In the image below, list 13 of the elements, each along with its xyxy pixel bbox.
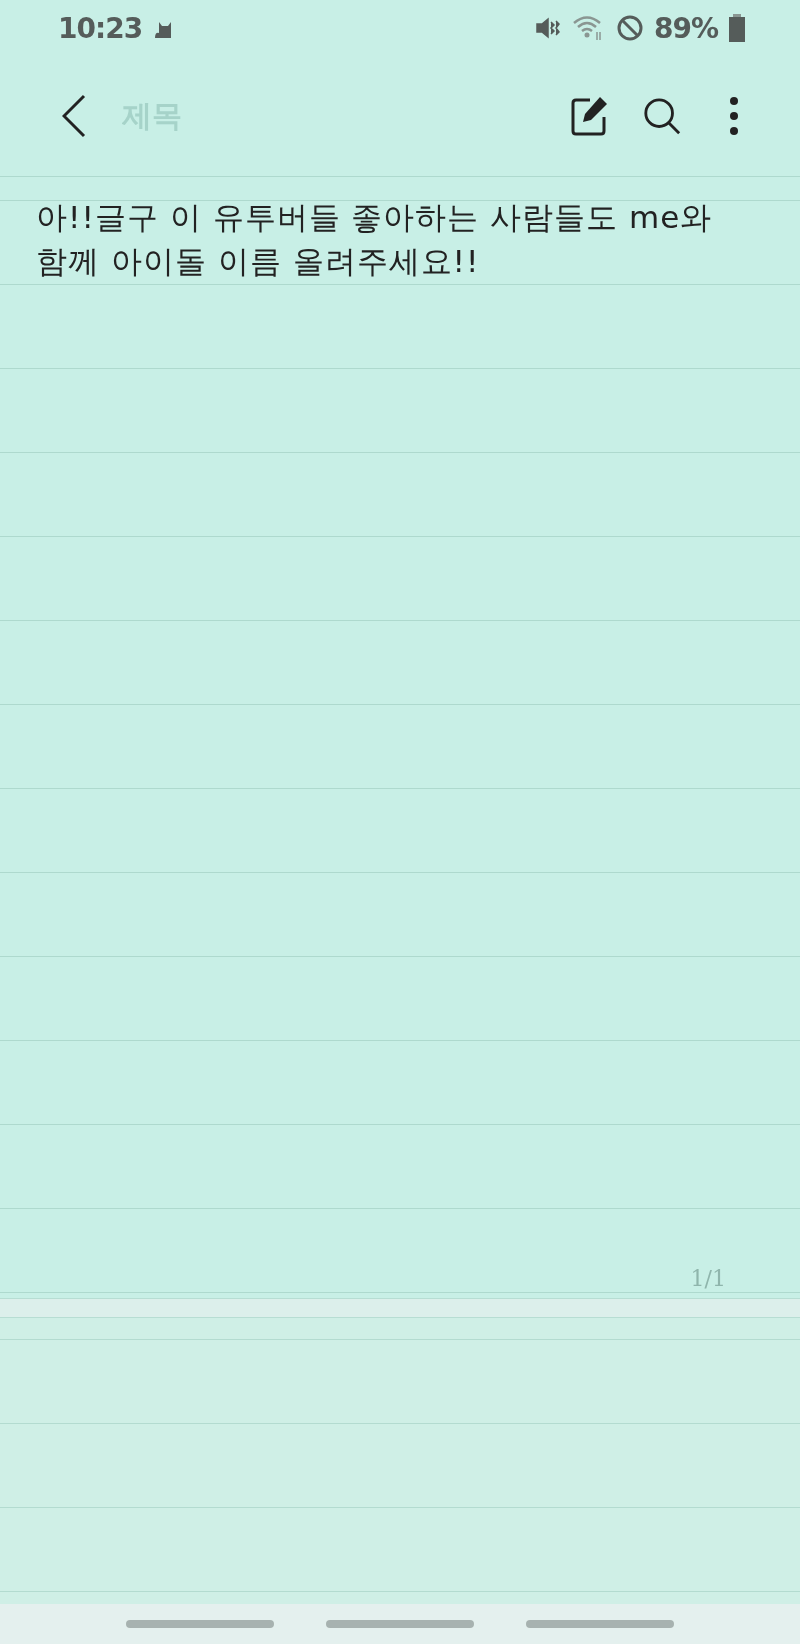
battery-percent: 89% (653, 11, 718, 45)
battery-icon (728, 14, 746, 42)
nav-handle[interactable] (326, 1620, 474, 1628)
nav-handle[interactable] (126, 1620, 274, 1628)
blocked-icon (615, 14, 644, 42)
chevron-left-icon (62, 94, 86, 138)
pencil-square-icon (570, 95, 610, 137)
page-indicator: 1/1 (690, 1266, 726, 1291)
nav-handle[interactable] (526, 1620, 674, 1628)
more-icon (729, 96, 739, 136)
search-icon (642, 95, 682, 137)
note-text[interactable]: 아!!글구 이 유투버들 좋아하는 사람들도 me와 함께 아이돌 이름 올려주세요!! (0, 177, 800, 283)
status-time: 10:23 (58, 11, 143, 45)
